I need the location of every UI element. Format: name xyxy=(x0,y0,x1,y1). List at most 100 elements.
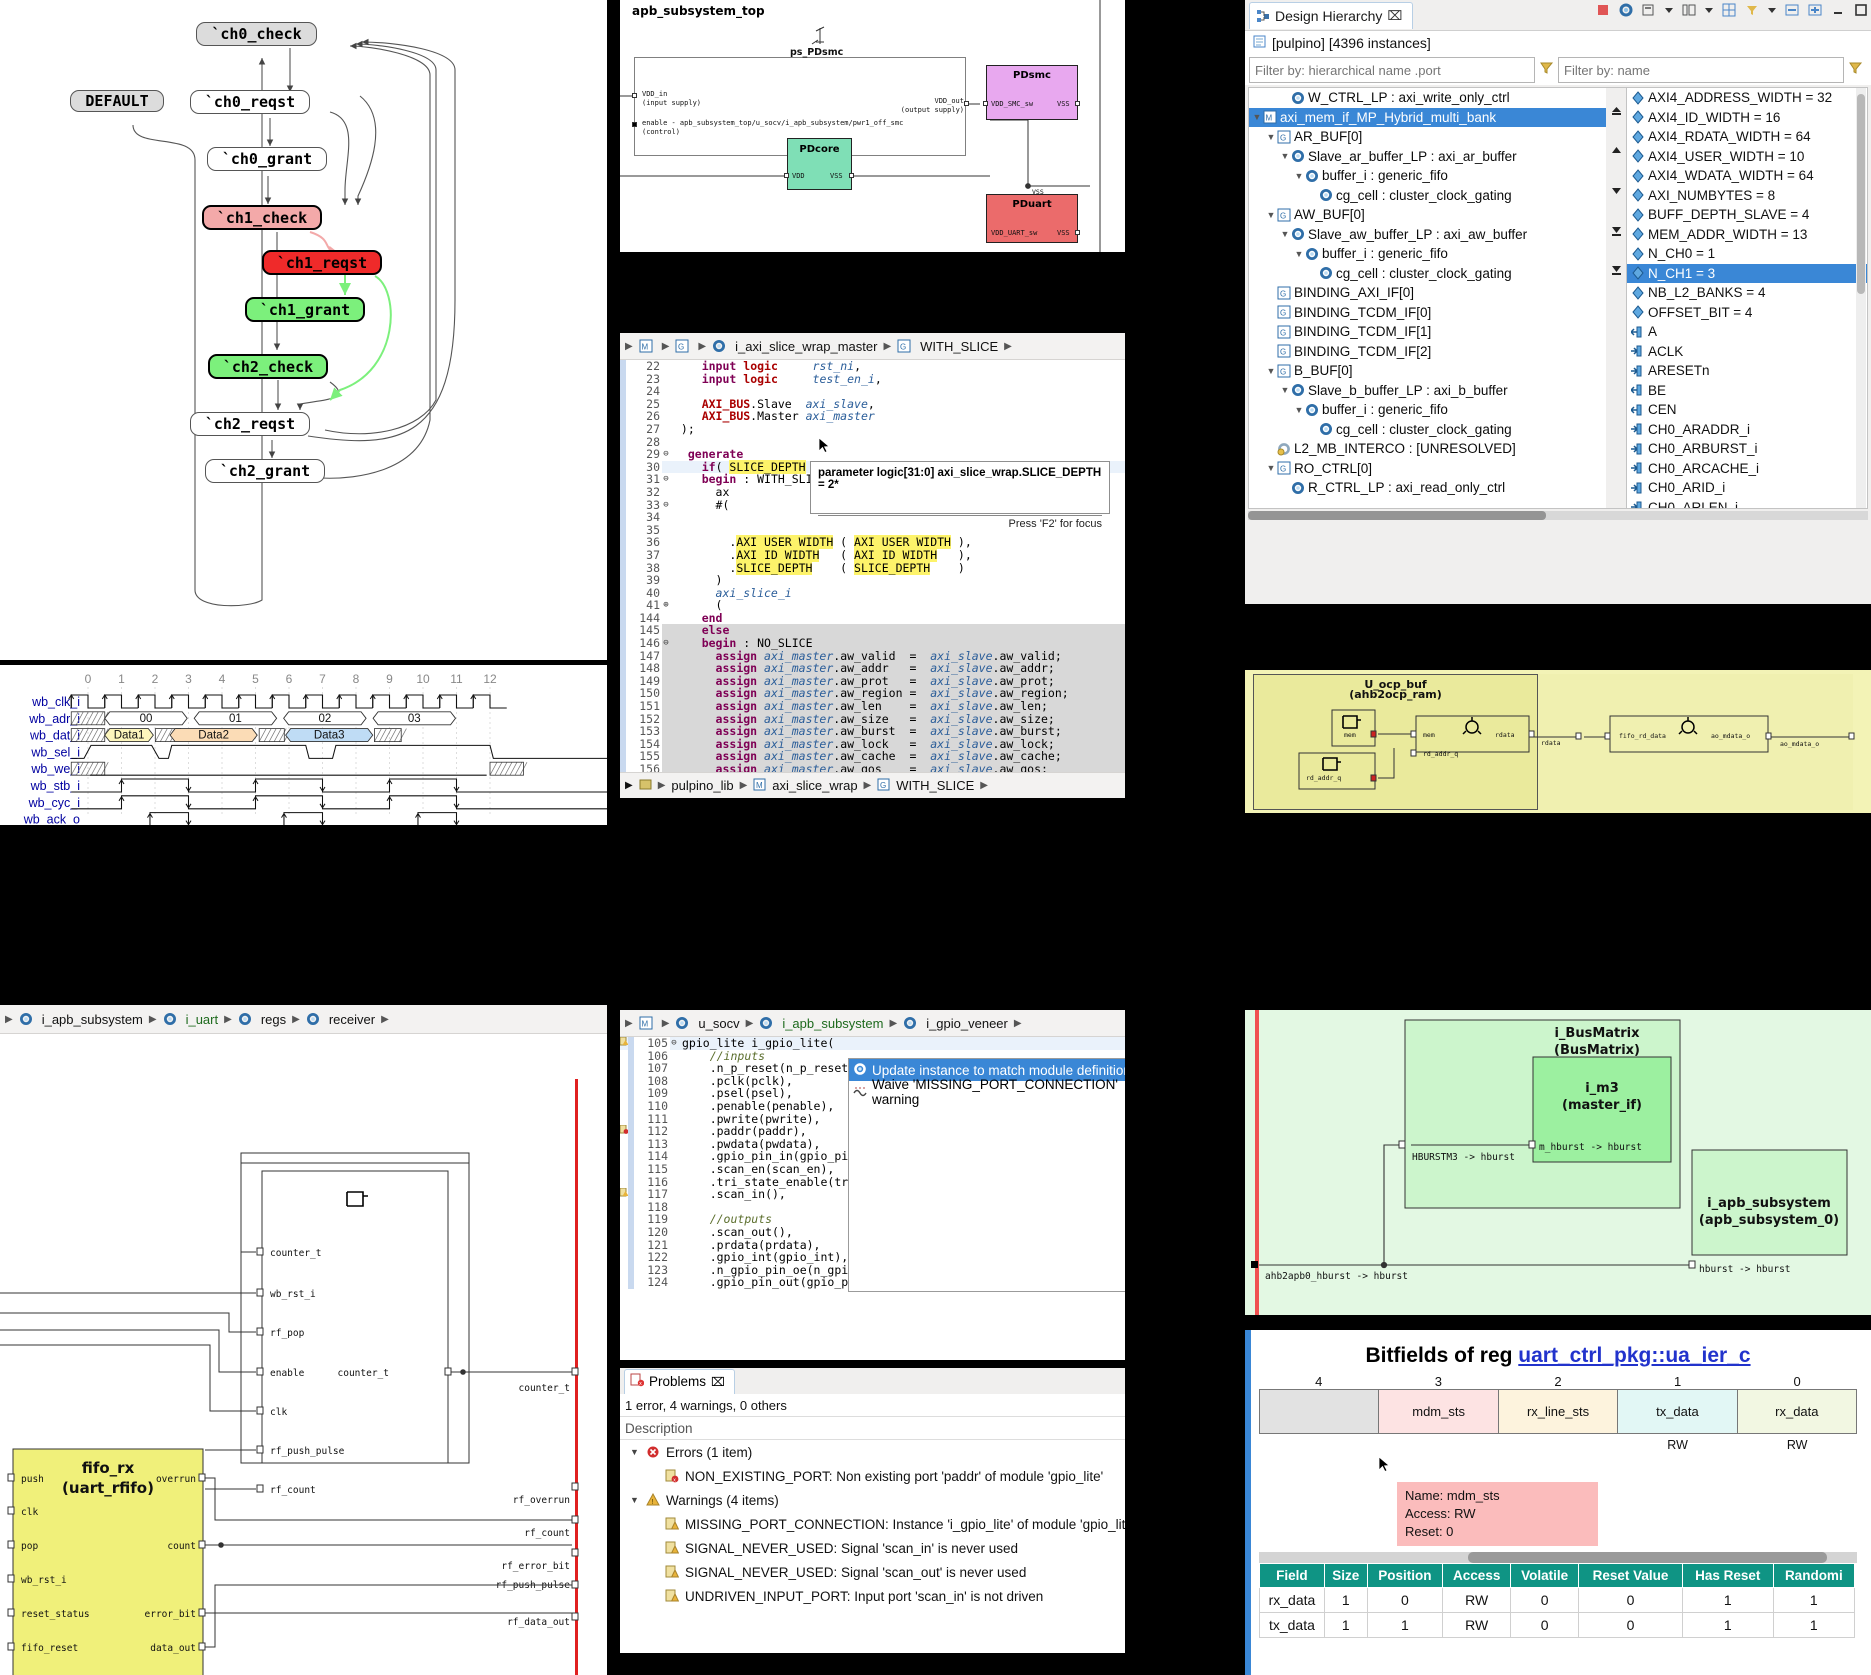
bitfields-cells[interactable]: mdm_stsrx_line_ststx_datarx_data xyxy=(1259,1389,1857,1434)
bitfield-cell[interactable]: rx_line_sts xyxy=(1499,1390,1618,1433)
gpio-breadcrumb[interactable]: ▶M▶u_socv▶i_apb_subsystem▶i_gpio_veneer▶ xyxy=(620,1010,1125,1037)
scroll-top-icon[interactable] xyxy=(1610,104,1623,122)
fold-toggle[interactable] xyxy=(670,1226,678,1239)
hierarchy-tree-row[interactable]: R_CTRL_LP : axi_read_only_ctrl xyxy=(1249,478,1606,498)
code-line[interactable]: 23 input logic test_en_i, xyxy=(620,373,1125,386)
fold-toggle[interactable] xyxy=(662,750,670,763)
parameter-row[interactable]: MEM_ADDR_WIDTH = 13 xyxy=(1627,225,1867,245)
parameter-row[interactable]: CH0_ARADDR_i xyxy=(1627,420,1867,440)
problems-list[interactable]: ▼Errors (1 item)xNON_EXISTING_PORT: Non … xyxy=(620,1440,1125,1608)
parameter-row[interactable]: CH0_ARID_i xyxy=(1627,478,1867,498)
hierarchy-tree-row[interactable]: L2_MB_INTERCO : [UNRESOLVED] xyxy=(1249,439,1606,459)
table-column-header[interactable]: Access xyxy=(1443,1564,1511,1588)
parameter-row[interactable]: ACLK xyxy=(1627,342,1867,362)
hierarchy-tree[interactable]: W_CTRL_LP : axi_write_only_ctrl▼Maxi_mem… xyxy=(1249,88,1606,508)
fold-toggle[interactable] xyxy=(670,1276,678,1289)
scroll-down-icon[interactable] xyxy=(1610,184,1623,202)
group-twisty[interactable]: ▼ xyxy=(630,1447,646,1457)
code-line[interactable]: 39 ) xyxy=(620,574,1125,587)
fsm-node-ch1-grant[interactable]: `ch1_grant xyxy=(245,297,365,322)
fold-toggle[interactable] xyxy=(670,1087,678,1100)
gear-icon[interactable] xyxy=(1618,2,1634,18)
table-column-header[interactable]: Volatile xyxy=(1511,1564,1579,1588)
hierarchy-tree-row[interactable]: ▼GB_BUF[0] xyxy=(1249,361,1606,381)
fold-toggle[interactable] xyxy=(662,562,670,575)
fold-toggle[interactable] xyxy=(662,675,670,688)
fold-toggle[interactable]: ⊖ xyxy=(662,473,670,486)
fold-toggle[interactable] xyxy=(662,687,670,700)
fold-toggle[interactable] xyxy=(670,1176,678,1189)
breadcrumb-item[interactable]: receiver xyxy=(329,1012,375,1027)
table-column-header[interactable]: Field xyxy=(1260,1564,1325,1588)
fold-toggle[interactable] xyxy=(662,650,670,663)
code-line[interactable]: 37 .AXI_ID_WIDTH ( AXI_ID_WIDTH ), xyxy=(620,549,1125,562)
view-menu-icon[interactable] xyxy=(1641,2,1657,18)
hierarchy-tree-row[interactable]: ▼GRO_CTRL[0] xyxy=(1249,459,1606,479)
hierarchy-tree-row[interactable]: ▼Slave_aw_buffer_LP : axi_aw_buffer xyxy=(1249,225,1606,245)
tree-twisty[interactable]: ▼ xyxy=(1279,151,1291,161)
scroll-up-icon[interactable] xyxy=(1610,144,1623,162)
close-icon[interactable]: ⌧ xyxy=(1387,8,1402,24)
hierarchy-tree-row[interactable]: ▼buffer_i : generic_fifo xyxy=(1249,400,1606,420)
fold-toggle[interactable] xyxy=(662,713,670,726)
bitfield-cell[interactable]: mdm_sts xyxy=(1379,1390,1498,1433)
fold-toggle[interactable] xyxy=(670,1100,678,1113)
tree-twisty[interactable]: ▼ xyxy=(1265,366,1277,376)
close-icon[interactable]: ⌧ xyxy=(711,1375,725,1389)
parameter-row[interactable]: AXI4_ADDRESS_WIDTH = 32 xyxy=(1627,88,1867,108)
fsm-node-ch0-grant[interactable]: `ch0_grant xyxy=(207,147,327,171)
hierarchy-tree-row[interactable]: cg_cell : cluster_clock_gating xyxy=(1249,264,1606,284)
parameter-row[interactable]: N_CH1 = 3 xyxy=(1627,264,1867,284)
problems-item-row[interactable]: UNDRIVEN_INPUT_PORT: Input port 'scan_in… xyxy=(620,1584,1125,1608)
fsm-node-ch2-check[interactable]: `ch2_check xyxy=(208,354,328,379)
tree-twisty[interactable]: ▼ xyxy=(1279,229,1291,239)
fold-toggle[interactable] xyxy=(670,1125,678,1138)
parameter-row[interactable]: AXI_NUMBYTES = 8 xyxy=(1627,186,1867,206)
footer-nav-icon[interactable]: ▶ xyxy=(625,780,633,791)
parameter-row[interactable]: ARESETn xyxy=(1627,361,1867,381)
hierarchy-tree-row[interactable]: ▼Maxi_mem_if_MP_Hybrid_multi_bank xyxy=(1249,108,1606,128)
fold-toggle[interactable] xyxy=(662,385,670,398)
parameter-row[interactable]: N_CH0 = 1 xyxy=(1627,244,1867,264)
table-row[interactable]: tx_data11RW0011 xyxy=(1260,1613,1855,1638)
footer-bread-generate[interactable]: WITH_SLICE xyxy=(896,778,974,793)
fold-toggle[interactable]: ⊖ xyxy=(662,448,670,461)
parameter-row[interactable]: CEN xyxy=(1627,400,1867,420)
collapse-all-icon[interactable] xyxy=(1784,2,1800,18)
breadcrumb-item[interactable]: i_gpio_veneer xyxy=(926,1016,1008,1031)
fold-toggle[interactable] xyxy=(662,549,670,562)
code-line[interactable]: 148 assign axi_master.aw_addr = axi_slav… xyxy=(620,662,1125,675)
code-line[interactable]: 24 xyxy=(620,385,1125,398)
hierarchy-tree-row[interactable]: GBINDING_TCDM_IF[1] xyxy=(1249,322,1606,342)
chevron-down-icon[interactable] xyxy=(1664,2,1674,18)
table-column-header[interactable]: Size xyxy=(1324,1564,1367,1588)
code-line[interactable]: 156 assign axi_master.aw_qos = axi_slave… xyxy=(620,763,1125,772)
group-twisty[interactable]: ▼ xyxy=(630,1495,646,1505)
hierarchy-tree-row[interactable]: cg_cell : cluster_clock_gating xyxy=(1249,186,1606,206)
parameter-row[interactable]: NB_L2_BANKS = 4 xyxy=(1627,283,1867,303)
fold-toggle[interactable] xyxy=(662,763,670,772)
fold-toggle[interactable] xyxy=(662,612,670,625)
table-column-header[interactable]: Position xyxy=(1367,1564,1443,1588)
parameter-row[interactable]: BUFF_DEPTH_SLAVE = 4 xyxy=(1627,205,1867,225)
hierarchy-hscrollbar[interactable] xyxy=(1248,511,1868,520)
code-line[interactable]: 26 AXI_BUS.Master axi_master xyxy=(620,410,1125,423)
fold-toggle[interactable] xyxy=(662,398,670,411)
fold-toggle[interactable]: ⊖ xyxy=(662,499,670,512)
fold-toggle[interactable] xyxy=(662,373,670,386)
fold-toggle[interactable]: ⊖ xyxy=(670,1037,678,1050)
breadcrumb-item[interactable]: i_apb_subsystem xyxy=(42,1012,143,1027)
tab-problems[interactable]: x Problems ⌧ xyxy=(624,1369,735,1394)
columns-icon[interactable] xyxy=(1681,2,1697,18)
fold-toggle[interactable] xyxy=(662,536,670,549)
table-column-header[interactable]: Has Reset xyxy=(1682,1564,1773,1588)
bitfield-cell[interactable]: rx_data xyxy=(1738,1390,1856,1433)
scroll-end-icon[interactable] xyxy=(1610,264,1623,282)
parameter-row[interactable]: CH0_ARLEN_i xyxy=(1627,498,1867,509)
bitfield-cell[interactable]: tx_data xyxy=(1618,1390,1737,1433)
parameter-row[interactable]: AXI4_WDATA_WIDTH = 64 xyxy=(1627,166,1867,186)
hierarchy-tree-row[interactable]: ▼Slave_b_buffer_LP : axi_b_buffer xyxy=(1249,381,1606,401)
filter-icon-right[interactable] xyxy=(1844,60,1867,80)
tree-twisty[interactable]: ▼ xyxy=(1265,463,1277,473)
tree-twisty[interactable]: ▼ xyxy=(1293,405,1305,415)
